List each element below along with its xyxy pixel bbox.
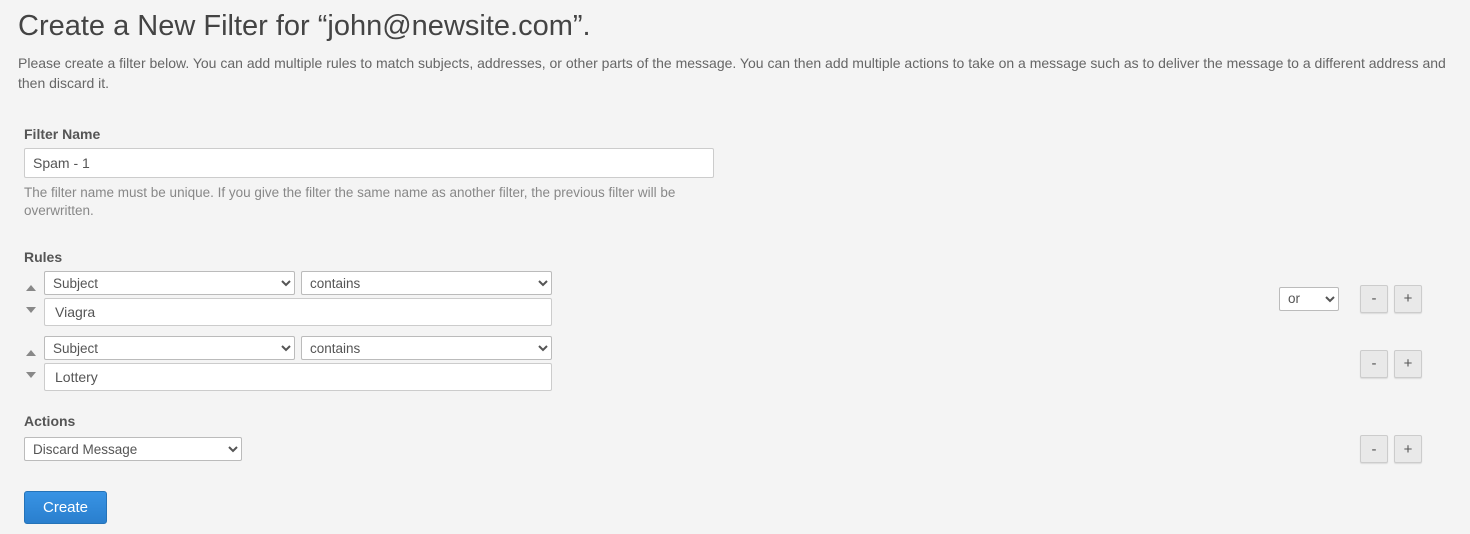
rules-label: Rules [24, 249, 1452, 265]
action-select[interactable]: Discard Message [24, 437, 242, 461]
rule-join-select[interactable]: or [1279, 287, 1339, 311]
move-up-icon[interactable] [26, 350, 36, 356]
add-rule-button[interactable]: + [1394, 285, 1422, 313]
rule-value-input[interactable] [44, 298, 552, 326]
filter-name-label: Filter Name [24, 126, 1452, 142]
rule-value-input[interactable] [44, 363, 552, 391]
reorder-arrows [24, 350, 38, 378]
intro-text: Please create a filter below. You can ad… [18, 53, 1452, 94]
move-down-icon[interactable] [26, 307, 36, 313]
remove-rule-button[interactable]: - [1360, 350, 1388, 378]
filter-name-hint: The filter name must be unique. If you g… [24, 184, 704, 222]
reorder-arrows [24, 285, 38, 313]
move-up-icon[interactable] [26, 285, 36, 291]
filter-name-section: Filter Name The filter name must be uniq… [24, 126, 1452, 222]
action-row: Discard Message - + [24, 435, 1452, 463]
add-rule-button[interactable]: + [1394, 350, 1422, 378]
rule-operator-select[interactable]: contains [301, 336, 552, 360]
rule-operator-select[interactable]: contains [301, 271, 552, 295]
remove-action-button[interactable]: - [1360, 435, 1388, 463]
actions-label: Actions [24, 413, 1452, 429]
rule-row: Subject contains - + [24, 336, 1452, 391]
actions-section: Actions Discard Message - + [24, 413, 1452, 463]
rules-section: Rules Subject contains or - + [24, 249, 1452, 391]
create-button[interactable]: Create [24, 491, 107, 524]
page-title: Create a New Filter for “john@newsite.co… [18, 10, 1452, 43]
rule-field-select[interactable]: Subject [44, 271, 295, 295]
move-down-icon[interactable] [26, 372, 36, 378]
filter-name-input[interactable] [24, 148, 714, 178]
rule-field-select[interactable]: Subject [44, 336, 295, 360]
rule-row: Subject contains or - + [24, 271, 1452, 326]
remove-rule-button[interactable]: - [1360, 285, 1388, 313]
add-action-button[interactable]: + [1394, 435, 1422, 463]
